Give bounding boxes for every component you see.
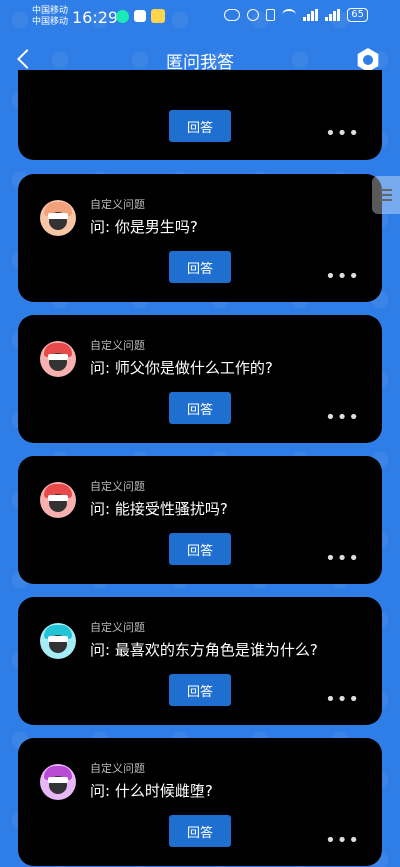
question-card: 自定义问题 问: 最喜欢的东方角色是谁为什么? 回答 •••	[18, 597, 382, 725]
question-card: 自定义问题 问: 什么时候雌堕? 回答 •••	[18, 738, 382, 866]
more-options-icon[interactable]: •••	[325, 266, 360, 287]
more-options-icon[interactable]: •••	[325, 689, 360, 710]
battery-indicator: 65	[347, 8, 368, 22]
carrier-2: 中国移动	[32, 17, 69, 27]
question-card: 自定义问题 问: 师父你是做什么工作的? 回答 •••	[18, 315, 382, 443]
avatar	[40, 341, 76, 377]
notification-icons	[116, 9, 165, 23]
answer-button[interactable]: 回答	[169, 533, 231, 565]
answer-button[interactable]: 回答	[169, 674, 231, 706]
question-category-label: 自定义问题	[90, 339, 145, 352]
answer-button[interactable]: 回答	[169, 815, 231, 847]
question-text: 问: 能接受性骚扰吗?	[90, 500, 228, 518]
chat-notification-icon	[116, 9, 129, 23]
question-category-label: 自定义问题	[90, 198, 145, 211]
carrier-1: 中国移动	[32, 6, 69, 16]
settings-hex-icon[interactable]	[356, 48, 380, 72]
side-drawer-handle[interactable]	[372, 176, 400, 214]
question-text: 问: 你是男生吗?	[90, 218, 198, 236]
more-options-icon[interactable]: •••	[325, 123, 360, 144]
question-text: 问: 最喜欢的东方角色是谁为什么?	[90, 641, 318, 659]
question-text: 问: 什么时候雌堕?	[90, 782, 213, 800]
answer-button[interactable]: 回答	[169, 110, 231, 142]
more-options-icon[interactable]: •••	[325, 548, 360, 569]
question-text: 问: 师父你是做什么工作的?	[90, 359, 273, 377]
answer-button[interactable]: 回答	[169, 392, 231, 424]
question-card: 自定义问题 问: 你是男生吗? 回答 •••	[18, 174, 382, 302]
status-bar: 中国移动 中国移动 16:29 65	[0, 0, 400, 34]
question-card: 回答 •••	[18, 70, 382, 160]
answer-button[interactable]: 回答	[169, 251, 231, 283]
question-category-label: 自定义问题	[90, 762, 145, 775]
vibrate-icon	[266, 9, 276, 21]
clock: 16:29	[72, 8, 119, 27]
eye-icon	[224, 9, 241, 21]
avatar	[40, 200, 76, 236]
wifi-icon	[282, 9, 297, 21]
question-category-label: 自定义问题	[90, 480, 145, 493]
system-icons: 65	[224, 8, 368, 22]
app-notification-icon	[151, 9, 165, 23]
puzzle-notification-icon	[134, 10, 146, 22]
alarm-icon	[247, 9, 260, 21]
question-card: 自定义问题 问: 能接受性骚扰吗? 回答 •••	[18, 456, 382, 584]
carrier-labels: 中国移动 中国移动	[32, 6, 68, 28]
question-category-label: 自定义问题	[90, 621, 145, 634]
signal-icon-1	[303, 9, 319, 21]
signal-icon-2	[325, 9, 341, 21]
more-options-icon[interactable]: •••	[325, 830, 360, 851]
avatar	[40, 764, 76, 800]
avatar	[40, 623, 76, 659]
avatar	[40, 482, 76, 518]
more-options-icon[interactable]: •••	[325, 407, 360, 428]
